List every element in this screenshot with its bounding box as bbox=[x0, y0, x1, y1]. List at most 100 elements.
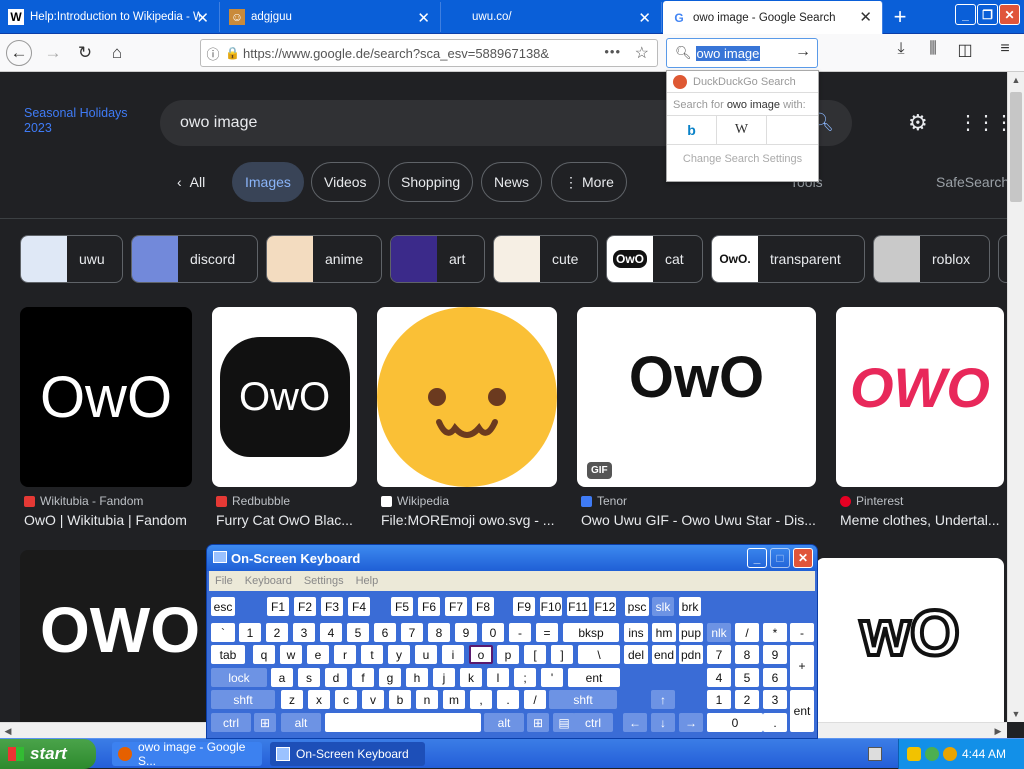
key-g[interactable]: g bbox=[379, 668, 401, 687]
key-h[interactable]: h bbox=[406, 668, 428, 687]
key-sym4-9[interactable]: . bbox=[497, 690, 519, 709]
win-key-icon[interactable]: ⊞ bbox=[527, 713, 549, 732]
bookmark-star-icon[interactable]: ☆ bbox=[635, 43, 649, 63]
result-source[interactable]: Tenor bbox=[581, 494, 627, 508]
key-sym5-8[interactable]: . bbox=[763, 713, 787, 732]
key-sym1-20[interactable]: - bbox=[790, 623, 814, 642]
key-sym1-12[interactable]: = bbox=[536, 623, 558, 642]
key-sym3-10[interactable]: ; bbox=[514, 668, 536, 687]
menu-icon[interactable]: ≡ bbox=[992, 40, 1018, 58]
key-F9[interactable]: F9 bbox=[513, 597, 535, 616]
menu-file[interactable]: File bbox=[215, 575, 233, 587]
filter-more[interactable]: ⋮ More bbox=[551, 162, 627, 202]
key-F3[interactable]: F3 bbox=[321, 597, 343, 616]
info-icon[interactable]: ⓘ bbox=[201, 44, 225, 63]
result-source[interactable]: Wikipedia bbox=[381, 494, 449, 508]
key-ctrl[interactable]: ctrl bbox=[573, 713, 613, 732]
key-shft[interactable]: shft bbox=[211, 690, 275, 709]
key-q[interactable]: q bbox=[253, 645, 275, 664]
tab-adgjguu[interactable]: ☺ adgjguu ✕ bbox=[221, 2, 441, 32]
key-ent[interactable]: ent bbox=[568, 668, 620, 687]
wikipedia-engine-icon[interactable]: W bbox=[717, 116, 767, 144]
key-sym5-4[interactable]: ← bbox=[623, 713, 647, 732]
key-end[interactable]: end bbox=[652, 645, 676, 664]
filter-shopping[interactable]: Shopping bbox=[388, 162, 474, 202]
menu-settings[interactable]: Settings bbox=[304, 575, 344, 587]
filter-news[interactable]: News bbox=[481, 162, 543, 202]
key-s[interactable]: s bbox=[298, 668, 320, 687]
minimize-button[interactable]: _ bbox=[955, 4, 976, 25]
key-ent[interactable]: ent bbox=[790, 690, 814, 732]
related-chip-transparent[interactable]: OwO. transparent bbox=[711, 235, 865, 283]
key-hm[interactable]: hm bbox=[652, 623, 676, 642]
key-F2[interactable]: F2 bbox=[294, 597, 316, 616]
key-lock[interactable]: lock bbox=[211, 668, 267, 687]
key-5[interactable]: 5 bbox=[735, 668, 759, 687]
maximize-button[interactable]: □ bbox=[770, 548, 790, 568]
key-j[interactable]: j bbox=[433, 668, 455, 687]
key-sym2-20[interactable]: + bbox=[790, 645, 814, 687]
key-3[interactable]: 3 bbox=[293, 623, 315, 642]
menu-help[interactable]: Help bbox=[356, 575, 379, 587]
result-source[interactable]: Pinterest bbox=[840, 494, 903, 508]
key-pdn[interactable]: pdn bbox=[679, 645, 703, 664]
key-y[interactable]: y bbox=[388, 645, 410, 664]
key-t[interactable]: t bbox=[361, 645, 383, 664]
result-image[interactable]: OwO bbox=[212, 307, 357, 487]
result-image[interactable]: OwO bbox=[20, 307, 192, 487]
download-icon[interactable]: ⤓ bbox=[888, 40, 914, 58]
tab-wikipedia[interactable]: W Help:Introduction to Wikipedia - W ✕ bbox=[0, 2, 220, 32]
key-sym5-6[interactable]: → bbox=[679, 713, 703, 732]
key-6[interactable]: 6 bbox=[374, 623, 396, 642]
key-psc[interactable]: psc bbox=[625, 597, 649, 616]
scroll-up-icon[interactable]: ▲ bbox=[1008, 72, 1024, 88]
seasonal-doodle-link[interactable]: Seasonal Holidays 2023 bbox=[24, 106, 134, 136]
result-image[interactable]: OWO bbox=[20, 550, 220, 722]
new-tab-button[interactable]: + bbox=[888, 4, 912, 30]
sidebar-icon[interactable]: ◫ bbox=[952, 40, 978, 60]
key-4[interactable]: 4 bbox=[320, 623, 342, 642]
close-tab-icon[interactable]: ✕ bbox=[417, 9, 430, 27]
back-button[interactable]: ← bbox=[6, 40, 32, 66]
tab-google-search[interactable]: G owo image - Google Search ✕ bbox=[663, 1, 883, 34]
apps-grid-icon[interactable]: ⋮⋮⋮ bbox=[958, 110, 1007, 135]
key-F10[interactable]: F10 bbox=[540, 597, 562, 616]
key-space[interactable] bbox=[325, 713, 481, 732]
filter-images[interactable]: Images bbox=[232, 162, 304, 202]
forward-button[interactable]: → bbox=[40, 40, 66, 66]
key-ctrl[interactable]: ctrl bbox=[211, 713, 251, 732]
key-alt[interactable]: alt bbox=[281, 713, 321, 732]
related-chip-uwu[interactable]: uwu bbox=[20, 235, 123, 283]
start-button[interactable]: start bbox=[0, 739, 96, 769]
settings-gear-icon[interactable]: ⚙ bbox=[908, 110, 928, 136]
key-0[interactable]: 0 bbox=[482, 623, 504, 642]
url-bar[interactable]: ⓘ 🔒 https://www.google.de/search?sca_esv… bbox=[200, 39, 658, 67]
key-brk[interactable]: brk bbox=[679, 597, 701, 616]
key-9[interactable]: 9 bbox=[763, 645, 787, 664]
key-sym5-5[interactable]: ↓ bbox=[651, 713, 675, 732]
minimize-button[interactable]: _ bbox=[747, 548, 767, 568]
key-F11[interactable]: F11 bbox=[567, 597, 589, 616]
key-c[interactable]: c bbox=[335, 690, 357, 709]
key-0[interactable]: 0 bbox=[707, 713, 763, 732]
filter-all[interactable]: ‹ All bbox=[165, 162, 217, 202]
page-actions-icon[interactable]: ••• bbox=[604, 44, 621, 59]
key-shft[interactable]: shft bbox=[549, 690, 617, 709]
close-tab-icon[interactable]: ✕ bbox=[859, 8, 872, 26]
key-6[interactable]: 6 bbox=[763, 668, 787, 687]
key-ins[interactable]: ins bbox=[624, 623, 648, 642]
key-slk[interactable]: slk bbox=[652, 597, 674, 616]
safesearch-button[interactable]: SafeSearch bbox=[936, 174, 1007, 190]
key-F1[interactable]: F1 bbox=[267, 597, 289, 616]
key-o[interactable]: o bbox=[469, 645, 493, 664]
key-n[interactable]: n bbox=[416, 690, 438, 709]
key-sym2-12[interactable]: ] bbox=[551, 645, 573, 664]
key-w[interactable]: w bbox=[280, 645, 302, 664]
related-chip-cat[interactable]: OwO cat bbox=[606, 235, 703, 283]
key-z[interactable]: z bbox=[281, 690, 303, 709]
security-shield-icon[interactable] bbox=[907, 747, 921, 761]
result-image[interactable] bbox=[377, 307, 557, 487]
menu-keyboard[interactable]: Keyboard bbox=[245, 575, 292, 587]
result-image[interactable]: wO bbox=[816, 558, 1004, 722]
library-icon[interactable]: ⫼ bbox=[920, 40, 946, 58]
